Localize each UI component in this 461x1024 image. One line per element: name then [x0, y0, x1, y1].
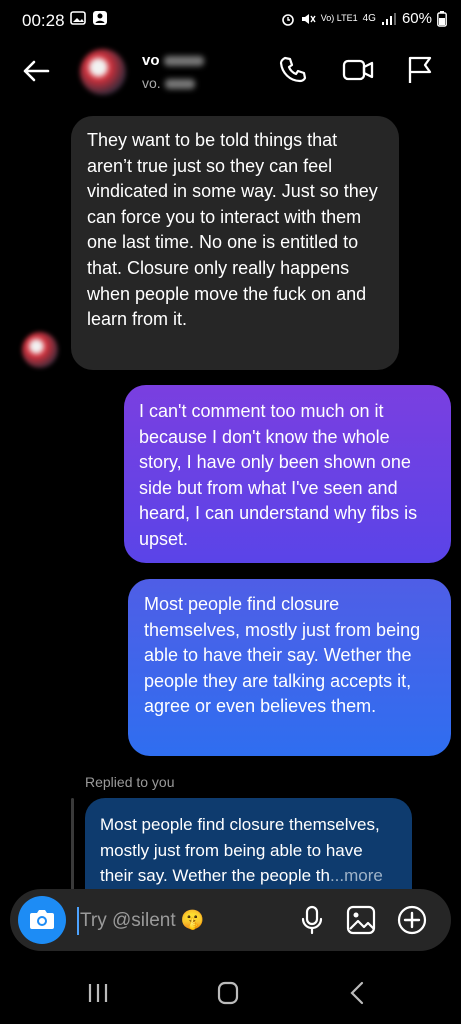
alarm-icon [281, 13, 294, 26]
message-incoming[interactable]: They want to be told things that aren’t … [71, 116, 399, 370]
more-link[interactable]: ...more [330, 866, 383, 885]
status-left-icons [70, 10, 108, 26]
network-label: Vo) LTE1 [320, 13, 358, 23]
nav-back-icon[interactable] [338, 978, 378, 1008]
gallery-notification-icon [70, 11, 86, 25]
reply-quoted-message[interactable]: Most people find closure themselves, mos… [85, 798, 412, 890]
message-outgoing[interactable]: I can't comment too much on it because I… [124, 385, 451, 563]
message-input[interactable]: Try @silent 🤫 [80, 908, 205, 932]
camera-icon [30, 910, 54, 929]
sender-avatar[interactable] [22, 332, 58, 368]
microphone-icon[interactable] [296, 904, 328, 936]
contact-username: vo. [142, 75, 195, 91]
home-icon[interactable] [208, 978, 248, 1008]
chat-header: vo vo. [0, 40, 461, 104]
contact-name[interactable]: vo [142, 52, 204, 69]
status-time: 00:28 [22, 11, 65, 30]
video-camera-icon[interactable] [342, 54, 374, 86]
system-nav-bar [0, 960, 461, 1024]
mute-icon [301, 13, 316, 24]
reply-indicator-line [71, 798, 74, 890]
status-right: Vo) LTE1 4G 60% [281, 10, 447, 27]
flag-icon[interactable] [404, 54, 436, 86]
status-bar: 00:28 Vo) LTE1 4G 60% [0, 0, 461, 40]
gallery-icon[interactable] [345, 904, 377, 936]
signal-type: 4G [362, 13, 376, 24]
add-circle-icon[interactable] [396, 904, 428, 936]
battery-percent: 60% [401, 10, 432, 27]
battery-icon [437, 10, 447, 27]
signal-icon [381, 12, 396, 25]
text-cursor [77, 907, 79, 935]
camera-button[interactable] [18, 896, 66, 944]
message-outgoing[interactable]: Most people find closure themselves, mos… [128, 579, 451, 756]
avatar[interactable] [80, 49, 126, 95]
account-notification-icon [93, 11, 107, 25]
phone-icon[interactable] [277, 54, 309, 86]
recent-apps-icon[interactable] [78, 978, 118, 1008]
message-composer: Try @silent 🤫 [10, 889, 451, 951]
blurred-username [164, 79, 195, 90]
back-arrow-icon[interactable] [18, 53, 54, 89]
blurred-name [163, 56, 204, 67]
replied-label: Replied to you [85, 774, 175, 790]
